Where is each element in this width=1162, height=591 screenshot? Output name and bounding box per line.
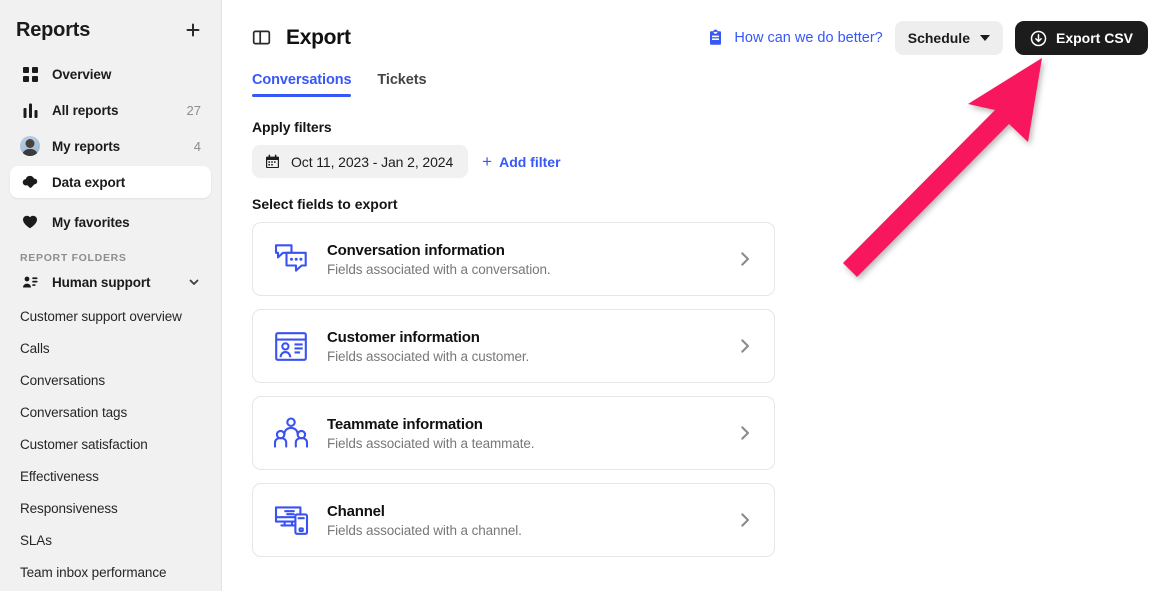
sidebar-subitem-effectiveness[interactable]: Effectiveness (0, 460, 221, 492)
field-card-channel[interactable]: Channel Fields associated with a channel… (252, 483, 775, 557)
sidebar-subitem-customer-satisfaction[interactable]: Customer satisfaction (0, 428, 221, 460)
feedback-link[interactable]: How can we do better? (707, 29, 883, 47)
field-card-customer-information[interactable]: Customer information Fields associated w… (252, 309, 775, 383)
sidebar-item-my-reports[interactable]: My reports 4 (10, 130, 211, 162)
field-card-title: Channel (327, 502, 385, 520)
sidebar-subitem-responsiveness[interactable]: Responsiveness (0, 492, 221, 524)
bar-chart-icon (20, 100, 40, 120)
sidebar: Reports Overview All reports 27 My repor… (0, 0, 222, 591)
chevron-down-icon (979, 35, 990, 41)
sidebar-header: Reports (0, 0, 221, 46)
sidebar-item-overview[interactable]: Overview (10, 58, 211, 90)
chevron-right-icon[interactable] (736, 511, 756, 529)
field-card-list: Conversation information Fields associat… (222, 212, 1162, 557)
tab-conversations[interactable]: Conversations (252, 72, 352, 97)
chevron-down-icon[interactable] (187, 275, 201, 289)
sidebar-subitem-conversation-tags[interactable]: Conversation tags (0, 396, 221, 428)
sidebar-item-count: 27 (186, 102, 201, 118)
sidebar-section-label: REPORT FOLDERS (20, 252, 127, 264)
sidebar-item-label: Data export (52, 174, 126, 190)
sidebar-folder-items: Customer support overview Calls Conversa… (0, 300, 221, 588)
sidebar-title: Reports (16, 18, 91, 41)
sidebar-item-my-favorites[interactable]: My favorites (10, 206, 211, 238)
add-report-button[interactable] (181, 18, 205, 42)
id-card-icon (265, 331, 317, 362)
sidebar-toggle-icon[interactable] (252, 28, 272, 48)
feedback-label: How can we do better? (734, 30, 883, 46)
sidebar-subitem-calls[interactable]: Calls (0, 332, 221, 364)
field-card-subtitle: Fields associated with a customer. (327, 348, 530, 364)
chat-bubbles-icon (265, 243, 317, 276)
sidebar-item-label: All reports (52, 102, 119, 118)
date-range-filter[interactable]: Oct 11, 2023 - Jan 2, 2024 (252, 145, 469, 178)
sidebar-subitem-team-inbox-performance[interactable]: Team inbox performance (0, 556, 221, 588)
field-card-subtitle: Fields associated with a conversation. (327, 261, 551, 277)
monitor-phone-icon (265, 504, 317, 536)
filters-row: Oct 11, 2023 - Jan 2, 2024 + Add filter (222, 145, 1162, 178)
grid-icon (20, 64, 40, 84)
select-fields-heading: Select fields to export (252, 196, 398, 212)
people-group-icon (265, 417, 317, 449)
plus-icon: + (482, 152, 493, 171)
top-bar: Export How can we do better? Schedule Ex… (222, 0, 1162, 62)
sidebar-subitem-customer-support-overview[interactable]: Customer support overview (0, 300, 221, 332)
top-bar-actions: How can we do better? Schedule Export CS… (707, 21, 1148, 55)
sidebar-subitem-slas[interactable]: SLAs (0, 524, 221, 556)
tab-bar: Conversations Tickets (222, 62, 1162, 97)
export-csv-label: Export CSV (1055, 30, 1133, 46)
chevron-right-icon[interactable] (736, 424, 756, 442)
field-card-title: Customer information (327, 328, 480, 346)
apply-filters-heading: Apply filters (252, 119, 332, 135)
field-card-text: Conversation information Fields associat… (317, 242, 736, 277)
main-content: Export How can we do better? Schedule Ex… (222, 0, 1162, 591)
sidebar-item-label: My favorites (52, 214, 130, 230)
date-range-value: Oct 11, 2023 - Jan 2, 2024 (291, 153, 454, 170)
tab-tickets[interactable]: Tickets (377, 72, 426, 97)
field-card-teammate-information[interactable]: Teammate information Fields associated w… (252, 396, 775, 470)
schedule-label: Schedule (907, 30, 970, 46)
field-card-text: Customer information Fields associated w… (317, 329, 736, 364)
chevron-right-icon[interactable] (736, 337, 756, 355)
sidebar-subitem-conversations[interactable]: Conversations (0, 364, 221, 396)
field-card-text: Teammate information Fields associated w… (317, 416, 736, 451)
add-filter-button[interactable]: + Add filter (482, 153, 560, 170)
add-filter-label: Add filter (499, 153, 561, 170)
user-card-icon (20, 272, 40, 292)
export-csv-button[interactable]: Export CSV (1014, 21, 1148, 55)
sidebar-item-label: My reports (52, 138, 121, 154)
field-card-subtitle: Fields associated with a teammate. (327, 435, 535, 451)
field-card-title: Conversation information (327, 241, 505, 259)
calendar-icon (265, 154, 280, 169)
field-card-text: Channel Fields associated with a channel… (317, 503, 736, 538)
sidebar-nav: Overview All reports 27 My reports 4 Dat… (0, 58, 221, 238)
sidebar-item-data-export[interactable]: Data export (10, 166, 211, 198)
download-circle-icon (1030, 30, 1047, 47)
sidebar-folder-human-support[interactable]: Human support (10, 266, 211, 298)
chevron-right-icon[interactable] (736, 250, 756, 268)
app-root: Reports Overview All reports 27 My repor… (0, 0, 1162, 591)
schedule-button[interactable]: Schedule (894, 21, 1003, 55)
clipboard-icon (707, 29, 725, 47)
page-title: Export (286, 26, 351, 49)
field-card-title: Teammate information (327, 415, 483, 433)
heart-icon (20, 212, 40, 232)
sidebar-item-label: Overview (52, 66, 112, 82)
field-card-conversation-information[interactable]: Conversation information Fields associat… (252, 222, 775, 296)
download-cloud-icon (20, 172, 40, 192)
field-card-subtitle: Fields associated with a channel. (327, 522, 522, 538)
sidebar-folder-label: Human support (52, 274, 151, 290)
avatar (20, 136, 40, 156)
sidebar-item-count: 4 (193, 138, 201, 154)
sidebar-item-all-reports[interactable]: All reports 27 (10, 94, 211, 126)
